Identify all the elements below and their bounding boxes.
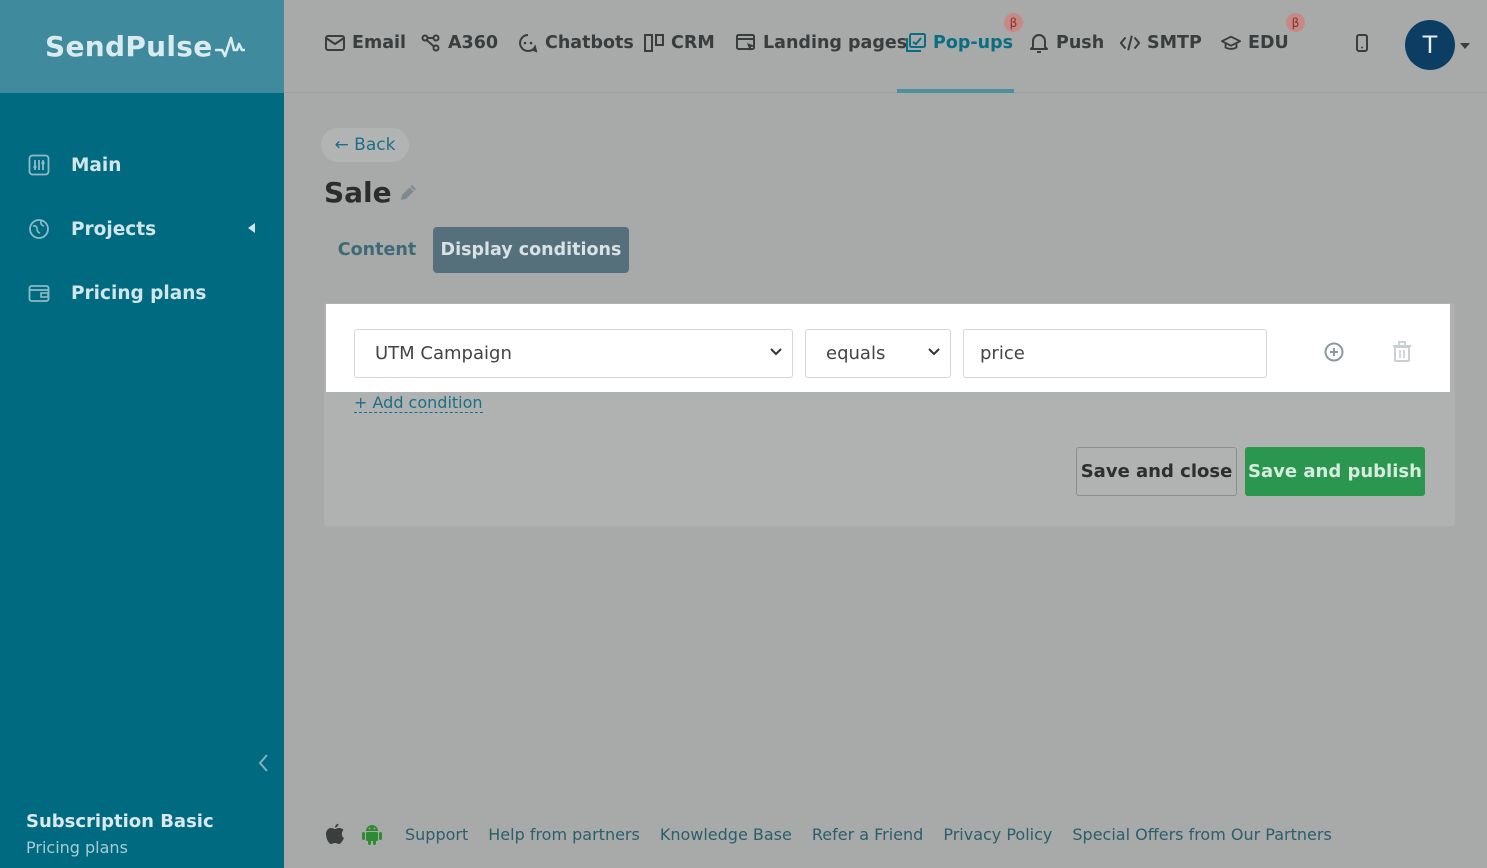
- condition-row: UTM Campaign equals price: [326, 304, 1450, 392]
- back-button[interactable]: ← Back: [321, 128, 409, 162]
- beta-badge: β: [1004, 13, 1023, 32]
- code-icon: [1120, 33, 1140, 53]
- mobile-icon: [1352, 33, 1372, 53]
- dashboard-icon: [27, 153, 51, 177]
- tab-display-conditions[interactable]: Display conditions: [433, 227, 629, 273]
- nav-pop-ups[interactable]: Pop-ups: [906, 30, 1013, 56]
- sidebar-item-label: Pricing plans: [71, 282, 207, 304]
- graduation-cap-icon: [1221, 33, 1241, 53]
- android-icon[interactable]: [361, 822, 383, 846]
- sidebar-item-main[interactable]: Main: [0, 133, 284, 197]
- add-condition-link[interactable]: + Add condition: [354, 393, 483, 413]
- wallet-icon: [27, 281, 51, 305]
- footer-link-help-partners[interactable]: Help from partners: [488, 825, 640, 844]
- nav-email[interactable]: Email: [325, 30, 406, 56]
- collapse-sidebar-icon[interactable]: [255, 752, 273, 774]
- nav-landing-pages[interactable]: Landing pages: [736, 30, 907, 56]
- sidebar-item-label: Projects: [71, 218, 157, 240]
- avatar[interactable]: T: [1405, 20, 1455, 70]
- footer-link-privacy-policy[interactable]: Privacy Policy: [943, 825, 1052, 844]
- nav-crm[interactable]: CRM: [644, 30, 715, 56]
- mobile-app-button[interactable]: [1352, 30, 1379, 56]
- beta-badge: β: [1286, 13, 1305, 32]
- landing-icon: [736, 33, 756, 53]
- nav-edu[interactable]: EDU: [1221, 30, 1289, 56]
- sidebar-item-pricing[interactable]: Pricing plans: [0, 261, 284, 325]
- trash-icon[interactable]: [1392, 341, 1412, 363]
- apple-icon[interactable]: [325, 823, 345, 845]
- footer-link-refer-friend[interactable]: Refer a Friend: [812, 825, 923, 844]
- page-title: Sale: [324, 176, 392, 209]
- nav-a360[interactable]: A360: [421, 30, 498, 56]
- logo[interactable]: SendPulse: [45, 30, 245, 63]
- active-tab-indicator: [897, 89, 1014, 93]
- flow-icon: [421, 33, 441, 53]
- condition-value-input[interactable]: price: [963, 329, 1267, 378]
- mail-icon: [325, 33, 345, 53]
- chevron-down-icon: [928, 348, 940, 356]
- subscription-title: Subscription Basic: [26, 811, 214, 832]
- subscription-pricing-link[interactable]: Pricing plans: [26, 838, 214, 857]
- footer: Support Help from partners Knowledge Bas…: [325, 822, 1352, 846]
- chevron-down-icon: [770, 348, 782, 356]
- caret-left-icon: [248, 223, 255, 233]
- chat-icon: [518, 33, 538, 53]
- nav-smtp[interactable]: SMTP: [1120, 30, 1202, 56]
- sidebar-item-label: Main: [71, 154, 122, 176]
- popup-icon: [906, 33, 926, 53]
- logo-text: SendPulse: [45, 30, 213, 63]
- logo-area: SendPulse: [0, 0, 284, 93]
- pencil-icon[interactable]: [398, 183, 418, 203]
- footer-link-special-offers[interactable]: Special Offers from Our Partners: [1072, 825, 1331, 844]
- top-nav: Email A360 Chatbots CRM Landing pages Po…: [284, 0, 1487, 93]
- sidebar-item-projects[interactable]: Projects: [0, 197, 284, 261]
- side-nav: Main Projects Pricing plans: [0, 133, 284, 325]
- kanban-icon: [644, 33, 664, 53]
- condition-operator-select[interactable]: equals: [805, 329, 951, 378]
- condition-field-select[interactable]: UTM Campaign: [354, 329, 793, 378]
- save-and-publish-button[interactable]: Save and publish: [1245, 447, 1425, 496]
- sidebar: SendPulse Main Projects Pricing plans Su…: [0, 0, 284, 868]
- nav-chatbots[interactable]: Chatbots: [518, 30, 634, 56]
- globe-icon: [27, 217, 51, 241]
- pulse-logo-icon: [214, 36, 245, 57]
- add-circle-icon[interactable]: [1323, 341, 1345, 363]
- save-and-close-button[interactable]: Save and close: [1076, 447, 1237, 496]
- nav-push[interactable]: Push: [1029, 30, 1104, 56]
- footer-link-knowledge-base[interactable]: Knowledge Base: [660, 825, 792, 844]
- tab-content[interactable]: Content: [327, 227, 427, 273]
- bell-icon: [1029, 33, 1049, 53]
- chevron-down-icon[interactable]: [1460, 43, 1470, 49]
- footer-link-support[interactable]: Support: [405, 825, 468, 844]
- subscription-info: Subscription Basic Pricing plans: [26, 811, 214, 857]
